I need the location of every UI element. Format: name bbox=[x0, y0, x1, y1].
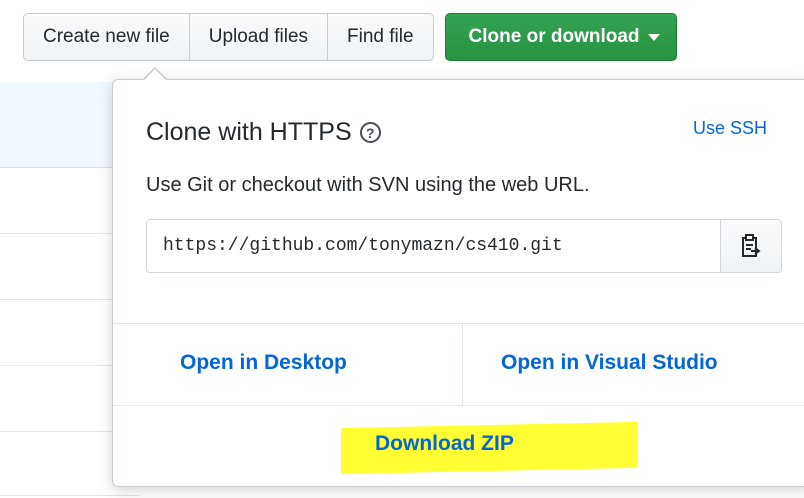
caret-down-icon bbox=[647, 33, 660, 41]
popup-divider bbox=[113, 323, 804, 324]
file-toolbar: Create new file Upload files Find file C… bbox=[23, 13, 677, 61]
clone-url-group bbox=[146, 219, 782, 273]
clone-title-text: Clone with HTTPS bbox=[146, 118, 352, 146]
file-action-button-group: Create new file Upload files Find file bbox=[23, 13, 434, 61]
open-in-visual-studio-link[interactable]: Open in Visual Studio bbox=[501, 351, 718, 375]
open-in-desktop-link[interactable]: Open in Desktop bbox=[180, 351, 347, 375]
popup-arrow-fill bbox=[143, 69, 167, 81]
copy-to-clipboard-button[interactable] bbox=[720, 220, 781, 272]
clone-popup: Clone with HTTPS ? Use SSH Use Git or ch… bbox=[112, 79, 804, 487]
clone-or-download-label: Clone or download bbox=[468, 26, 640, 47]
download-zip-link[interactable]: Download ZIP bbox=[375, 432, 514, 456]
popup-divider bbox=[113, 405, 804, 406]
file-list-divider bbox=[0, 495, 140, 496]
use-ssh-link[interactable]: Use SSH bbox=[693, 118, 767, 139]
create-new-file-button[interactable]: Create new file bbox=[24, 14, 189, 60]
clone-description: Use Git or checkout with SVN using the w… bbox=[146, 174, 590, 196]
clone-url-input[interactable] bbox=[147, 220, 720, 272]
clipboard-icon bbox=[742, 234, 761, 257]
popup-divider-vertical bbox=[462, 323, 463, 405]
clone-or-download-button[interactable]: Clone or download bbox=[444, 13, 677, 61]
upload-files-button[interactable]: Upload files bbox=[188, 14, 327, 60]
clone-title: Clone with HTTPS ? bbox=[146, 118, 381, 147]
help-icon[interactable]: ? bbox=[359, 122, 381, 143]
find-file-button[interactable]: Find file bbox=[327, 14, 433, 60]
